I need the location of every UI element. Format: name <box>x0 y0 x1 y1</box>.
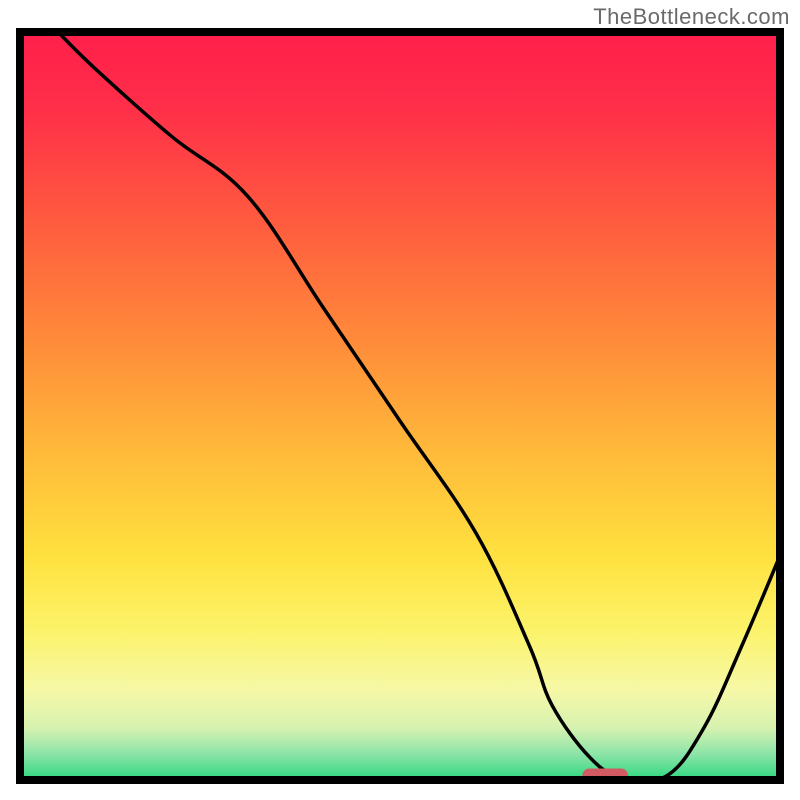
bottleneck-chart <box>0 0 800 800</box>
chart-container: TheBottleneck.com <box>0 0 800 800</box>
plot-background <box>20 32 780 780</box>
watermark-label: TheBottleneck.com <box>593 4 790 30</box>
